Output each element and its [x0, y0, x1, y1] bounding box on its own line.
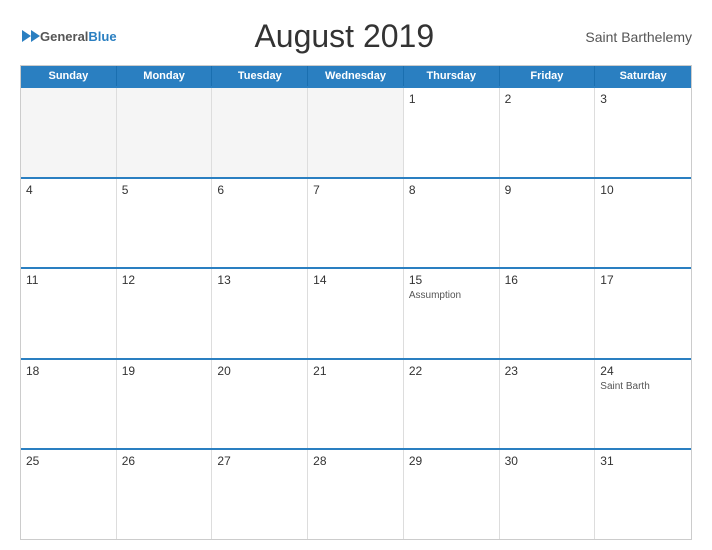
day-number: 13	[217, 273, 302, 287]
weekday-header-monday: Monday	[117, 66, 213, 86]
calendar-cell: 28	[308, 450, 404, 539]
calendar-cell: 16	[500, 269, 596, 358]
day-number: 26	[122, 454, 207, 468]
calendar-cell: 31	[595, 450, 691, 539]
calendar-cell: 18	[21, 360, 117, 449]
logo-general-text: GeneralBlue	[40, 30, 117, 43]
day-number: 30	[505, 454, 590, 468]
day-number: 15	[409, 273, 494, 287]
weekday-header-sunday: Sunday	[21, 66, 117, 86]
calendar-week-4: 18 19 20 21 22 23 24 Saint Barth	[21, 358, 691, 449]
weekday-header-thursday: Thursday	[404, 66, 500, 86]
day-number: 7	[313, 183, 398, 197]
header: GeneralBlue August 2019 Saint Barthelemy	[20, 18, 692, 55]
day-number: 5	[122, 183, 207, 197]
day-number: 4	[26, 183, 111, 197]
day-event: Saint Barth	[600, 380, 686, 393]
day-number: 21	[313, 364, 398, 378]
day-number: 1	[409, 92, 494, 106]
calendar-week-5: 25 26 27 28 29 30 31	[21, 448, 691, 539]
day-number: 17	[600, 273, 686, 287]
weekday-header-friday: Friday	[500, 66, 596, 86]
calendar-cell: 11	[21, 269, 117, 358]
calendar-body: 123456789101112131415Assumption161718192…	[21, 86, 691, 539]
calendar-cell: 24 Saint Barth	[595, 360, 691, 449]
calendar-cell: 10	[595, 179, 691, 268]
calendar-cell: 15 Assumption	[404, 269, 500, 358]
calendar-cell: 5	[117, 179, 213, 268]
day-event: Assumption	[409, 289, 494, 302]
day-number: 25	[26, 454, 111, 468]
day-number: 18	[26, 364, 111, 378]
calendar-cell: 8	[404, 179, 500, 268]
logo: GeneralBlue	[20, 30, 117, 43]
day-number: 16	[505, 273, 590, 287]
calendar-cell: 17	[595, 269, 691, 358]
day-number: 22	[409, 364, 494, 378]
weekday-header-tuesday: Tuesday	[212, 66, 308, 86]
calendar-cell: 3	[595, 88, 691, 177]
day-number: 28	[313, 454, 398, 468]
calendar-cell: 6	[212, 179, 308, 268]
calendar-week-2: 456789 10	[21, 177, 691, 268]
weekday-header-saturday: Saturday	[595, 66, 691, 86]
calendar-cell: 25	[21, 450, 117, 539]
calendar-cell: 12	[117, 269, 213, 358]
calendar-cell: 29	[404, 450, 500, 539]
calendar-cell: 14	[308, 269, 404, 358]
logo-flag-icon	[22, 30, 40, 42]
calendar-cell	[117, 88, 213, 177]
day-number: 3	[600, 92, 686, 106]
day-number: 19	[122, 364, 207, 378]
calendar-cell: 20	[212, 360, 308, 449]
calendar-cell	[308, 88, 404, 177]
day-number: 14	[313, 273, 398, 287]
weekday-header-wednesday: Wednesday	[308, 66, 404, 86]
day-number: 29	[409, 454, 494, 468]
calendar-cell: 26	[117, 450, 213, 539]
calendar-cell: 21	[308, 360, 404, 449]
calendar-cell: 1	[404, 88, 500, 177]
calendar-cell: 30	[500, 450, 596, 539]
calendar-cell: 9	[500, 179, 596, 268]
region-label: Saint Barthelemy	[572, 29, 692, 45]
day-number: 8	[409, 183, 494, 197]
calendar: SundayMondayTuesdayWednesdayThursdayFrid…	[20, 65, 692, 540]
calendar-cell: 23	[500, 360, 596, 449]
day-number: 20	[217, 364, 302, 378]
day-number: 23	[505, 364, 590, 378]
day-number: 6	[217, 183, 302, 197]
calendar-cell	[21, 88, 117, 177]
calendar-cell: 7	[308, 179, 404, 268]
day-number: 27	[217, 454, 302, 468]
calendar-cell: 13	[212, 269, 308, 358]
day-number: 31	[600, 454, 686, 468]
calendar-title: August 2019	[117, 18, 572, 55]
calendar-cell: 27	[212, 450, 308, 539]
calendar-week-3: 11 12 13 14 15 Assumption 16 17	[21, 267, 691, 358]
calendar-cell: 4	[21, 179, 117, 268]
calendar-cell	[212, 88, 308, 177]
day-number: 12	[122, 273, 207, 287]
calendar-cell: 19	[117, 360, 213, 449]
day-number: 10	[600, 183, 686, 197]
day-number: 11	[26, 273, 111, 287]
calendar-cell: 2	[500, 88, 596, 177]
day-number: 2	[505, 92, 590, 106]
day-number: 24	[600, 364, 686, 378]
day-number: 9	[505, 183, 590, 197]
calendar-week-1: 123	[21, 86, 691, 177]
page: GeneralBlue August 2019 Saint Barthelemy…	[0, 0, 712, 550]
calendar-cell: 22	[404, 360, 500, 449]
calendar-header-row: SundayMondayTuesdayWednesdayThursdayFrid…	[21, 66, 691, 86]
